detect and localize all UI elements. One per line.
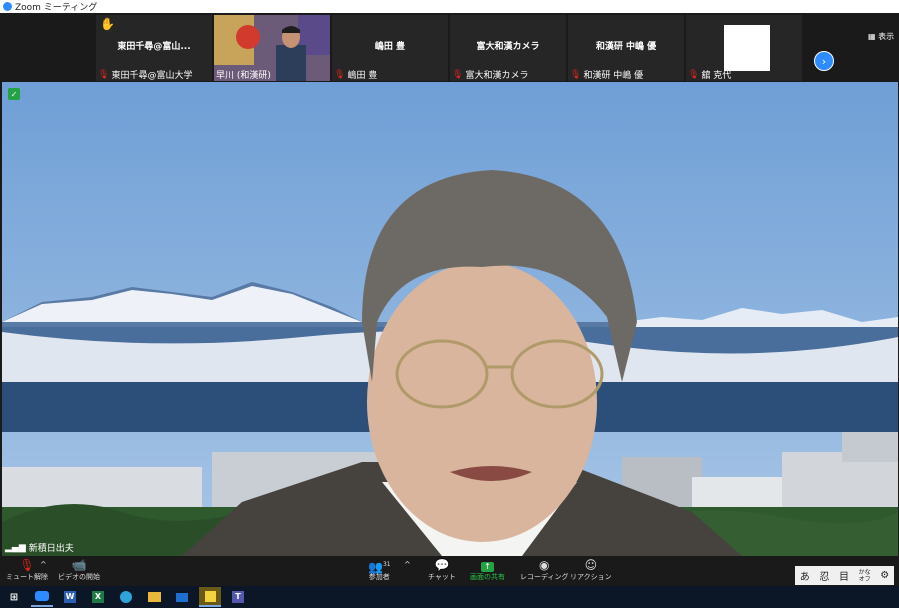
teams-icon[interactable]: T: [227, 588, 249, 606]
zoom-icon[interactable]: [31, 587, 53, 607]
chevron-up-icon: ^: [40, 560, 47, 569]
participant-name: 東田千尋@富山大学: [111, 71, 193, 81]
participant-name-center: 嶋田 豊: [374, 42, 406, 52]
participant-name: 舘 克代: [701, 71, 732, 81]
ime-hiragana-mode[interactable]: あ: [800, 568, 810, 583]
record-icon: ◉: [539, 558, 550, 572]
participant-strip: ✋ 東田千尋@富山... 🎙 東田千尋@富山大学 早川 (和漢研) 嶋田 豊 🎙…: [0, 13, 899, 82]
participant-label: 🎙 東田千尋@富山大学: [98, 68, 193, 82]
chevron-up-icon: ^: [404, 560, 411, 569]
security-shield-icon[interactable]: ✓: [8, 88, 20, 100]
participant-label: 🎙 富大和漢カメラ: [452, 68, 529, 82]
windows-taskbar: ⊞ W X T: [0, 586, 899, 608]
mail-icon[interactable]: [171, 588, 193, 606]
participants-button[interactable]: 👥31 参加者: [368, 558, 391, 582]
chat-label: チャット: [428, 573, 456, 581]
excel-icon[interactable]: X: [87, 588, 109, 606]
speaker-name: 新積日出夫: [28, 544, 74, 554]
ime-settings-icon[interactable]: ⚙: [880, 570, 889, 581]
participant-name: 嶋田 豊: [347, 71, 378, 81]
ime-kanji-icon[interactable]: 忍: [819, 568, 829, 583]
participant-tile-video[interactable]: 早川 (和漢研): [214, 15, 330, 81]
participant-tile[interactable]: 🎙 舘 克代: [686, 15, 802, 81]
share-screen-label: 画面の共有: [470, 573, 505, 581]
sticky-notes-icon[interactable]: [199, 587, 221, 607]
reactions-label: リアクション: [570, 573, 612, 581]
zoom-app-icon: [3, 2, 12, 11]
participant-blank-video: [724, 25, 770, 71]
ime-kana-off[interactable]: かな オフ: [859, 569, 871, 583]
active-speaker-video: ✓ ▂▄▆ 新積日出夫: [2, 82, 898, 556]
word-icon[interactable]: W: [59, 588, 81, 606]
speaker-virtual-background: [2, 82, 898, 556]
chat-button[interactable]: 💬 チャット: [428, 558, 456, 582]
explorer-icon[interactable]: [143, 588, 165, 606]
participant-name: 富大和漢カメラ: [465, 71, 529, 81]
audio-options-caret[interactable]: ^: [40, 560, 47, 569]
share-screen-button[interactable]: ↑ 画面の共有: [470, 558, 505, 582]
reactions-button[interactable]: ☺ リアクション: [570, 558, 612, 582]
meeting-controls-toolbar: 🎙 ミュート解除 ^ 📹 ビデオの開始 👥31 参加者 ^ 💬 チャット ↑ 画…: [0, 556, 899, 586]
participant-label: 🎙 舘 克代: [688, 68, 732, 82]
participant-name-center: 富大和漢カメラ: [476, 42, 540, 52]
participant-tile[interactable]: 和漢研 中嶋 優 🎙 和漢研 中嶋 優: [568, 15, 684, 81]
participants-count: 31: [382, 561, 391, 568]
ime-language-bar: あ 忍 目 かな オフ ⚙: [795, 566, 894, 585]
participant-tile[interactable]: 富大和漢カメラ 🎙 富大和漢カメラ: [450, 15, 566, 81]
ime-pad-icon[interactable]: 目: [839, 568, 849, 583]
speaker-label: ▂▄▆ 新積日出夫: [5, 541, 74, 555]
window-titlebar: Zoom ミーティング: [0, 0, 899, 13]
participants-label: 参加者: [368, 573, 390, 581]
start-video-label: ビデオの開始: [58, 573, 100, 581]
mic-muted-icon: 🎙: [570, 69, 582, 80]
participant-name: 早川 (和漢研): [216, 71, 271, 81]
participant-tile[interactable]: ✋ 東田千尋@富山... 🎙 東田千尋@富山大学: [96, 15, 212, 81]
participant-label: 🎙 嶋田 豊: [334, 68, 378, 82]
video-off-icon: 📹: [71, 558, 87, 572]
mic-muted-icon: 🎙: [688, 69, 700, 80]
participant-label: 🎙 和漢研 中嶋 優: [570, 68, 644, 82]
reaction-smiley-icon: ☺: [584, 558, 598, 572]
participants-options-caret[interactable]: ^: [404, 560, 411, 569]
chevron-right-icon: ›: [821, 54, 827, 68]
view-button[interactable]: ▦ 表示: [868, 31, 894, 42]
window-title: Zoom ミーティング: [15, 3, 98, 13]
windows-start-icon[interactable]: ⊞: [3, 588, 25, 606]
record-label: レコーディング: [520, 573, 569, 581]
share-screen-icon: ↑: [481, 562, 494, 572]
participant-name-center: 和漢研 中嶋 優: [595, 42, 657, 52]
mic-muted-icon: 🎙: [334, 69, 346, 80]
chat-icon: 💬: [434, 558, 450, 572]
participant-tile[interactable]: 嶋田 豊 🎙 嶋田 豊: [332, 15, 448, 81]
participant-name-center: 東田千尋@富山...: [117, 42, 191, 52]
grid-icon: ▦: [868, 32, 876, 41]
mic-muted-icon: 🎙: [98, 69, 110, 80]
unmute-label: ミュート解除: [6, 573, 48, 581]
participant-name: 和漢研 中嶋 優: [583, 71, 644, 81]
signal-strength-icon: ▂▄▆: [5, 542, 26, 553]
view-label: 表示: [878, 32, 895, 41]
edge-icon[interactable]: [115, 588, 137, 606]
record-button[interactable]: ◉ レコーディング: [520, 558, 569, 582]
mic-muted-icon: 🎙: [452, 69, 464, 80]
start-video-button[interactable]: 📹 ビデオの開始: [58, 558, 100, 582]
next-page-button[interactable]: ›: [814, 51, 834, 71]
participants-icon: 👥31: [368, 560, 391, 574]
raised-hand-icon: ✋: [100, 17, 115, 31]
participant-label: 早川 (和漢研): [216, 68, 271, 81]
